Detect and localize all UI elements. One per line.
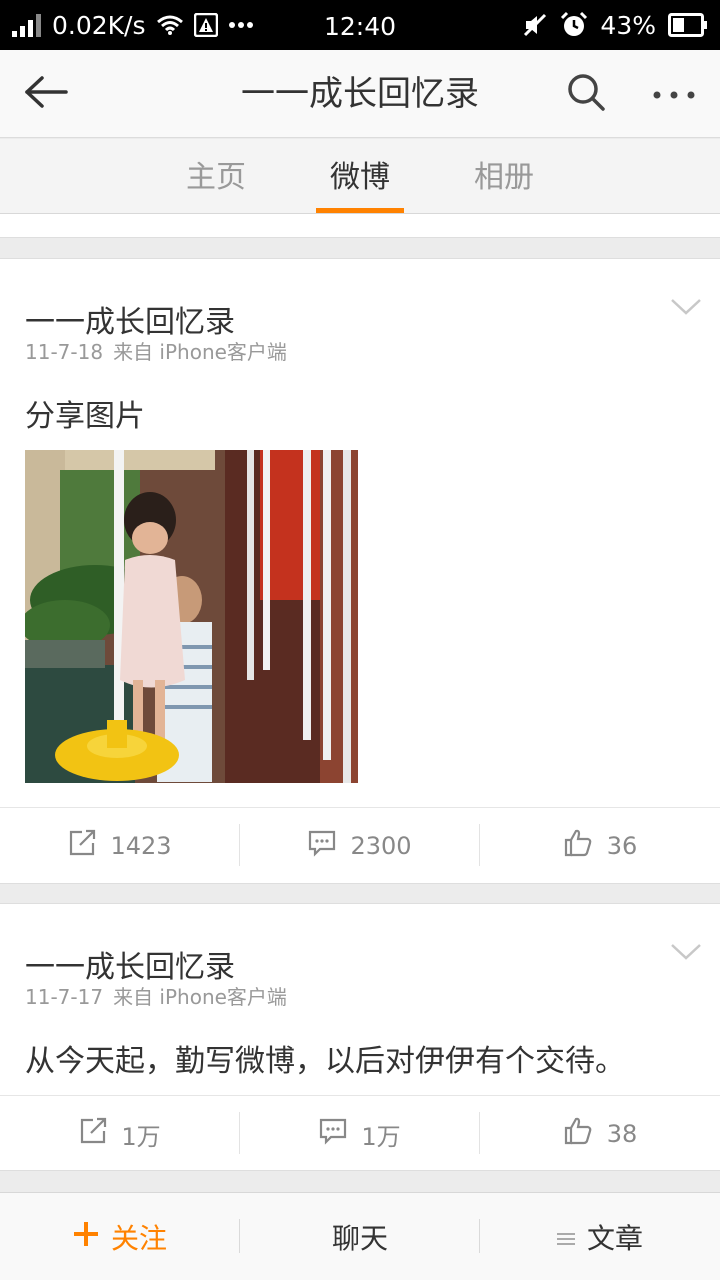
chat-label: 聊天 bbox=[331, 1222, 388, 1255]
search-button[interactable] bbox=[562, 70, 610, 118]
action-bar: 1万 1万 38 bbox=[0, 1095, 720, 1171]
comment-count: 1万 bbox=[361, 1122, 401, 1151]
post-meta: 11-7-18 来自 iPhone客户端 bbox=[25, 336, 287, 365]
repost-count: 1万 bbox=[121, 1122, 161, 1151]
post-photo[interactable] bbox=[25, 450, 358, 783]
comment-icon bbox=[308, 829, 336, 863]
active-tab-indicator bbox=[316, 208, 404, 213]
repost-button[interactable]: 1万 bbox=[0, 1096, 240, 1172]
follow-button[interactable]: 关注 bbox=[0, 1193, 240, 1280]
comment-button[interactable]: 2300 bbox=[240, 808, 480, 884]
tab-home[interactable]: 主页 bbox=[156, 139, 276, 214]
more-button[interactable] bbox=[646, 70, 702, 118]
repost-icon bbox=[79, 1117, 107, 1151]
article-label: 文章 bbox=[586, 1222, 643, 1255]
warning-icon bbox=[193, 13, 218, 37]
post-date: 11-7-17 bbox=[25, 985, 104, 1009]
article-button[interactable]: 文章 bbox=[480, 1193, 720, 1280]
search-icon bbox=[566, 72, 606, 116]
post-text: 从今天起，勤写微博，以后对伊伊有个交待。 bbox=[25, 1044, 625, 1079]
post-date: 11-7-18 bbox=[25, 340, 104, 364]
post-author[interactable]: 一一成长回忆录 bbox=[25, 942, 235, 986]
repost-count: 1423 bbox=[110, 832, 172, 860]
feed-top-strip bbox=[0, 214, 720, 238]
thumbs-up-icon bbox=[563, 828, 593, 864]
repost-icon bbox=[68, 829, 96, 863]
nav-bar: 一一成长回忆录 bbox=[0, 50, 720, 138]
battery-percent: 43% bbox=[600, 10, 656, 40]
more-icon bbox=[652, 85, 696, 104]
follow-label: 关注 bbox=[110, 1222, 167, 1255]
comment-icon bbox=[319, 1117, 347, 1151]
post-source: 来自 iPhone客户端 bbox=[113, 340, 287, 364]
wifi-icon bbox=[156, 14, 184, 36]
chevron-down-icon[interactable] bbox=[670, 297, 702, 321]
alarm-icon bbox=[560, 11, 588, 39]
status-bar: 0.02K/s 12:40 43% bbox=[0, 0, 720, 50]
like-count: 38 bbox=[606, 1120, 638, 1148]
post-source: 来自 iPhone客户端 bbox=[113, 985, 287, 1009]
comment-button[interactable]: 1万 bbox=[240, 1096, 480, 1172]
bottom-action-bar: 关注 聊天 文章 bbox=[0, 1192, 720, 1280]
like-count: 36 bbox=[606, 832, 638, 860]
back-arrow-icon bbox=[24, 75, 68, 113]
comment-count: 2300 bbox=[350, 832, 412, 860]
signal-icon bbox=[12, 13, 42, 37]
action-bar: 1423 2300 36 bbox=[0, 807, 720, 883]
menu-lines-icon bbox=[556, 1221, 575, 1254]
repost-button[interactable]: 1423 bbox=[0, 808, 240, 884]
chat-button[interactable]: 聊天 bbox=[240, 1193, 480, 1280]
chevron-down-icon[interactable] bbox=[670, 942, 702, 966]
tab-album[interactable]: 相册 bbox=[444, 139, 564, 214]
post-card[interactable]: 一一成长回忆录 11-7-18 来自 iPhone客户端 分享图片 1423 2… bbox=[0, 258, 720, 884]
post-card[interactable]: 一一成长回忆录 11-7-17 来自 iPhone客户端 从今天起，勤写微博，以后… bbox=[0, 903, 720, 1171]
profile-tabs: 主页 微博 相册 bbox=[0, 139, 720, 214]
plus-icon bbox=[73, 1221, 99, 1254]
mute-icon bbox=[522, 12, 548, 38]
back-button[interactable] bbox=[20, 70, 72, 118]
post-text: 分享图片 bbox=[25, 399, 145, 434]
tab-weibo[interactable]: 微博 bbox=[300, 139, 420, 214]
battery-icon bbox=[668, 13, 708, 37]
thumbs-up-icon bbox=[563, 1116, 593, 1152]
like-button[interactable]: 36 bbox=[480, 808, 720, 884]
page-title: 一一成长回忆录 bbox=[241, 74, 479, 114]
post-meta: 11-7-17 来自 iPhone客户端 bbox=[25, 981, 287, 1010]
more-dots-icon bbox=[228, 21, 254, 29]
like-button[interactable]: 38 bbox=[480, 1096, 720, 1172]
post-author[interactable]: 一一成长回忆录 bbox=[25, 297, 235, 341]
net-speed: 0.02K/s bbox=[52, 10, 146, 40]
